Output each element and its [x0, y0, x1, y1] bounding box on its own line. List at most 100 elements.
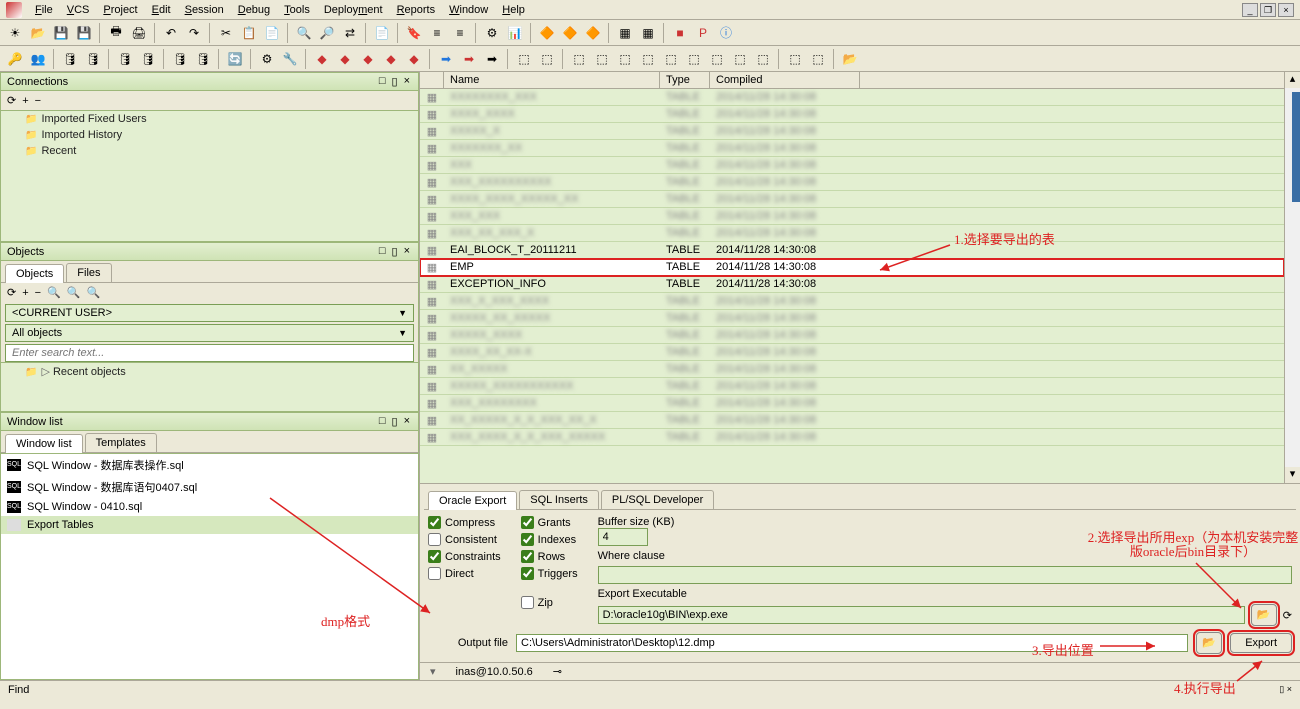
table-row[interactable]: XXXX_XXXX_XXXXX_XXTABLE2014/11/28 14:30:… — [420, 191, 1284, 208]
tb-refresh[interactable]: 🔄 — [224, 48, 246, 70]
wl-item-0[interactable]: SQLSQL Window - 数据库表操作.sql — [1, 454, 418, 476]
tb-find[interactable]: 🔍 — [293, 22, 315, 44]
tb-cut[interactable]: ✂ — [215, 22, 237, 44]
chk-grants[interactable]: Grants — [521, 516, 578, 529]
buffer-input[interactable] — [598, 528, 648, 546]
panel-pin[interactable]: □ — [377, 75, 388, 88]
tb-x2[interactable]: ⬚ — [536, 48, 558, 70]
tb-y6[interactable]: ⬚ — [683, 48, 705, 70]
table-row[interactable]: EAI_BLOCK_T_20111211TABLE2014/11/28 14:3… — [420, 242, 1284, 259]
table-row[interactable]: XXX_XXXTABLE2014/11/28 14:30:08 — [420, 208, 1284, 225]
table-row[interactable]: XXX_X_XXX_XXXXTABLE2014/11/28 14:30:08 — [420, 293, 1284, 310]
tb-compile[interactable]: ⚙ — [481, 22, 503, 44]
tb-sess[interactable]: 👥 — [27, 48, 49, 70]
wl-item-1[interactable]: SQLSQL Window - 数据库语句0407.sql — [1, 476, 418, 498]
tb-go3[interactable]: ➡ — [481, 48, 503, 70]
tb-explain[interactable]: 📊 — [504, 22, 526, 44]
tb-copy[interactable]: 📋 — [238, 22, 260, 44]
table-row[interactable]: XXXXXXX_XXTABLE2014/11/28 14:30:08 — [420, 140, 1284, 157]
tb-findnext[interactable]: 🔎 — [316, 22, 338, 44]
tb-open[interactable]: 📂 — [27, 22, 49, 44]
mdi-minimize[interactable]: _ — [1242, 3, 1258, 17]
tb-outdent[interactable]: ≡ — [449, 22, 471, 44]
table-row[interactable]: XXX_XXXX_X_X_XXX_XXXXXTABLE2014/11/28 14… — [420, 429, 1284, 446]
table-row[interactable]: XXXX_XX_XX-XTABLE2014/11/28 14:30:08 — [420, 344, 1284, 361]
browse-output-button[interactable]: 📂 — [1196, 632, 1222, 654]
table-row[interactable]: XXXXXXXX_XXXTABLE2014/11/28 14:30:08 — [420, 89, 1284, 106]
menu-reports[interactable]: Reports — [390, 2, 443, 18]
chk-constraints[interactable]: Constraints — [428, 550, 501, 563]
table-row[interactable]: EMPTABLE2014/11/28 14:30:08 — [420, 259, 1284, 276]
menu-edit[interactable]: Edit — [145, 2, 178, 18]
obj-more-icon[interactable]: 🔍 — [87, 286, 101, 299]
tb-z3[interactable]: 📂 — [839, 48, 861, 70]
table-row[interactable]: XXX_XXXXXXXXTABLE2014/11/28 14:30:08 — [420, 395, 1284, 412]
tb-red[interactable]: ■ — [669, 22, 691, 44]
menu-help[interactable]: Help — [495, 2, 532, 18]
menu-debug[interactable]: Debug — [231, 2, 277, 18]
tab-sql-inserts[interactable]: SQL Inserts — [519, 490, 599, 509]
obj-refresh-icon[interactable]: ⟳ — [7, 286, 16, 299]
tab-templates[interactable]: Templates — [85, 433, 157, 452]
conn-refresh-icon[interactable]: ⟳ — [7, 94, 16, 107]
tb-db1[interactable]: 🛢 — [59, 48, 81, 70]
tb-y4[interactable]: ⬚ — [637, 48, 659, 70]
menu-session[interactable]: Session — [178, 2, 231, 18]
table-row[interactable]: XX_XXXXXTABLE2014/11/28 14:30:08 — [420, 361, 1284, 378]
tb-db4[interactable]: 🛢 — [137, 48, 159, 70]
tb-y9[interactable]: ⬚ — [752, 48, 774, 70]
current-user-combo[interactable]: <CURRENT USER>▼ — [5, 304, 414, 322]
exe-input[interactable] — [598, 606, 1245, 624]
tree-imported-history[interactable]: Imported History — [1, 127, 418, 143]
menu-deployment[interactable]: Deployment — [317, 2, 390, 18]
conn-add-icon[interactable]: + — [22, 95, 28, 107]
chk-rows[interactable]: Rows — [521, 550, 578, 563]
chk-direct[interactable]: Direct — [428, 567, 501, 580]
wl-item-3[interactable]: Export Tables — [1, 516, 418, 534]
tab-objects[interactable]: Objects — [5, 264, 64, 283]
tb-stop2[interactable]: ◆ — [334, 48, 356, 70]
tb-save[interactable]: 💾 — [50, 22, 72, 44]
chk-zip[interactable]: Zip — [521, 596, 578, 609]
tb-stop3[interactable]: ◆ — [357, 48, 379, 70]
mdi-close[interactable]: × — [1278, 3, 1294, 17]
tab-windowlist[interactable]: Window list — [5, 434, 83, 453]
tb-oracle1[interactable]: 🔶 — [536, 22, 558, 44]
tb-new[interactable]: ☀ — [4, 22, 26, 44]
connections-tree[interactable]: Imported Fixed Users Imported History Re… — [0, 111, 419, 242]
tb-bookmark[interactable]: 🔖 — [403, 22, 425, 44]
table-row[interactable]: EXCEPTION_INFOTABLE2014/11/28 14:30:08 — [420, 276, 1284, 293]
tb-paste[interactable]: 📄 — [261, 22, 283, 44]
tree-recent-objects[interactable]: ▷ Recent objects — [1, 363, 418, 380]
table-row[interactable]: XXX_XXXXXXXXXXTABLE2014/11/28 14:30:08 — [420, 174, 1284, 191]
tables-grid[interactable]: Name Type Compiled XXXXXXXX_XXXTABLE2014… — [420, 72, 1284, 483]
tb-wrench[interactable]: 🔧 — [279, 48, 301, 70]
mdi-restore[interactable]: ❐ — [1260, 3, 1276, 17]
tb-saveall[interactable]: 💾 — [73, 22, 95, 44]
tb-go[interactable]: ➡ — [435, 48, 457, 70]
chk-indexes[interactable]: Indexes — [521, 533, 578, 546]
tb-stop[interactable]: ◆ — [311, 48, 333, 70]
object-search-input[interactable] — [5, 344, 414, 362]
table-row[interactable]: XXXTABLE2014/11/28 14:30:08 — [420, 157, 1284, 174]
tb-dbrun[interactable]: 🛢 — [169, 48, 191, 70]
tab-files[interactable]: Files — [66, 263, 111, 282]
tb-dbstop[interactable]: 🛢 — [192, 48, 214, 70]
tb-db2[interactable]: 🛢 — [82, 48, 104, 70]
table-row[interactable]: XXXXX_XXXXTABLE2014/11/28 14:30:08 — [420, 327, 1284, 344]
panel-close[interactable]: × — [402, 75, 412, 88]
tree-imported-fixed[interactable]: Imported Fixed Users — [1, 111, 418, 127]
tb-indent[interactable]: ≡ — [426, 22, 448, 44]
wl-item-2[interactable]: SQLSQL Window - 0410.sql — [1, 498, 418, 516]
chk-compress[interactable]: Compress — [428, 516, 501, 529]
where-input[interactable] — [598, 566, 1292, 584]
all-objects-combo[interactable]: All objects▼ — [5, 324, 414, 342]
tb-db3[interactable]: 🛢 — [114, 48, 136, 70]
panel-pin2[interactable]: ▯ — [390, 75, 400, 88]
tb-gear[interactable]: ⚙ — [256, 48, 278, 70]
tb-replace[interactable]: ⇄ — [339, 22, 361, 44]
menu-tools[interactable]: Tools — [277, 2, 317, 18]
tb-key[interactable]: 🔑 — [4, 48, 26, 70]
tb-doc[interactable]: 📄 — [371, 22, 393, 44]
tree-recent[interactable]: Recent — [1, 143, 418, 159]
